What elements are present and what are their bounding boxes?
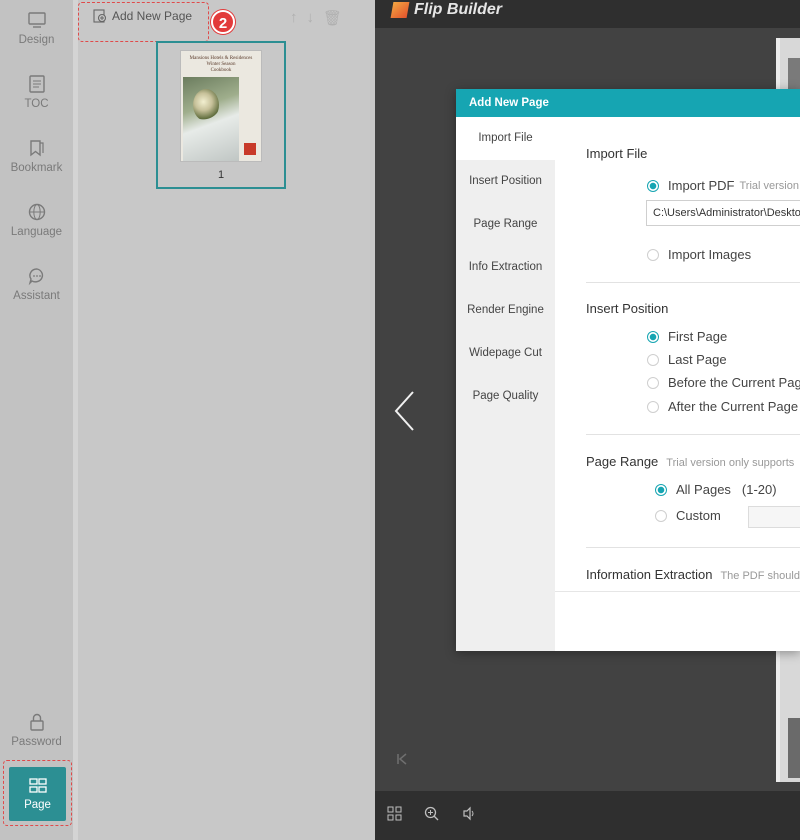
- radio-button-checked[interactable]: [647, 179, 659, 192]
- radio-last-page[interactable]: Last Page: [647, 352, 727, 367]
- radio-button-checked[interactable]: [647, 330, 659, 343]
- sidebar-item-language[interactable]: Language: [0, 192, 73, 252]
- grid-icon: [28, 778, 47, 793]
- radio-button[interactable]: [647, 353, 659, 366]
- step-badge-2: 2: [211, 10, 235, 34]
- radio-first-page[interactable]: First Page: [647, 329, 727, 344]
- sidebar-item-label: TOC: [24, 98, 49, 110]
- sidebar-item-label: Assistant: [13, 290, 60, 302]
- zoom-in-icon[interactable]: [424, 806, 439, 825]
- add-new-page-dialog: Add New Page Import File Insert Position…: [456, 89, 800, 651]
- page-thumbnail-selected[interactable]: Mansions Hotels & Residences Winter Seas…: [156, 41, 286, 189]
- dialog-nav: Import File Insert Position Page Range I…: [456, 117, 555, 651]
- dialog-footer: [555, 591, 800, 651]
- dialog-nav-info-extraction[interactable]: Info Extraction: [456, 246, 555, 289]
- sidebar-item-toc[interactable]: TOC: [0, 64, 73, 124]
- dialog-nav-page-quality[interactable]: Page Quality: [456, 375, 555, 418]
- section-title-import-file: Import File: [586, 146, 648, 161]
- thumbnail-logo: [244, 143, 256, 155]
- add-new-page-label: Add New Page: [112, 9, 193, 23]
- add-page-icon: [93, 9, 107, 23]
- globe-icon: [28, 203, 45, 221]
- page-thumbnail-image: Mansions Hotels & Residences Winter Seas…: [180, 50, 262, 162]
- thumbnails-grid-icon[interactable]: [387, 806, 402, 825]
- section-divider: [586, 282, 800, 283]
- section-divider: [586, 547, 800, 548]
- radio-import-pdf[interactable]: Import PDF Trial version: [647, 178, 799, 193]
- sidebar-item-label: Bookmark: [10, 162, 63, 174]
- thumbnail-title: Mansions Hotels & Residences Winter Seas…: [189, 56, 253, 73]
- radio-button[interactable]: [647, 248, 659, 261]
- move-down-icon[interactable]: ↓: [307, 9, 315, 27]
- sidebar-item-bookmark[interactable]: Bookmark: [0, 128, 73, 188]
- chat-icon: [28, 268, 43, 286]
- radio-before-current-page[interactable]: Before the Current Page: [647, 375, 800, 390]
- section-title-page-range: Page Range Trial version only supports: [586, 454, 795, 469]
- dialog-nav-page-range[interactable]: Page Range: [456, 203, 555, 246]
- sidebar-item-password[interactable]: Password: [0, 702, 73, 762]
- pdf-path-input[interactable]: C:\Users\Administrator\Desktop: [646, 200, 800, 226]
- add-new-page-button[interactable]: Add New Page: [93, 9, 192, 23]
- bookmark-icon: [29, 140, 44, 157]
- dialog-body: Import File Import PDF Trial version C:\…: [555, 117, 800, 651]
- radio-all-pages[interactable]: All Pages (1-20): [655, 482, 777, 497]
- sidebar-item-design[interactable]: Design: [0, 0, 73, 60]
- panel-divider: [73, 0, 78, 840]
- lock-icon: [29, 713, 44, 731]
- section-title-insert-position: Insert Position: [586, 301, 669, 316]
- dialog-nav-insert-position[interactable]: Insert Position: [456, 160, 555, 203]
- delete-icon[interactable]: 🗑: [323, 9, 342, 27]
- bouquet-image: [193, 89, 219, 121]
- sidebar-item-label: Language: [10, 226, 63, 238]
- monitor-icon: [27, 12, 46, 28]
- previous-page-arrow-icon[interactable]: [393, 390, 415, 439]
- radio-button-checked[interactable]: [655, 483, 667, 496]
- move-up-icon[interactable]: ↑: [290, 9, 298, 27]
- radio-custom-range[interactable]: Custom: [655, 508, 721, 523]
- sidebar-item-assistant[interactable]: Assistant: [0, 256, 73, 316]
- section-divider: [586, 434, 800, 435]
- app-brand: Flip Builder: [390, 0, 502, 20]
- radio-button[interactable]: [647, 376, 659, 389]
- dialog-nav-widepage-cut[interactable]: Widepage Cut: [456, 332, 555, 375]
- toc-icon: [28, 75, 45, 93]
- dialog-title: Add New Page: [456, 89, 800, 117]
- left-sidebar: Design TOC Bookmark Language Assistant P…: [0, 0, 73, 840]
- sound-icon[interactable]: [462, 806, 477, 825]
- dialog-nav-import-file[interactable]: Import File: [456, 117, 555, 160]
- sidebar-item-label: Design: [18, 34, 55, 46]
- section-title-info-extraction: Information Extraction The PDF should: [586, 567, 800, 582]
- sidebar-item-label: Password: [11, 736, 62, 748]
- radio-import-images[interactable]: Import Images: [647, 247, 751, 262]
- page-toolbar: ↑ ↓ 🗑: [290, 9, 342, 27]
- flip-builder-logo-icon: [390, 2, 410, 18]
- radio-button[interactable]: [655, 509, 667, 522]
- radio-button[interactable]: [647, 400, 659, 413]
- sidebar-item-label: Page: [24, 799, 51, 811]
- page-number: 1: [217, 169, 225, 181]
- sidebar-item-page[interactable]: Page: [9, 767, 66, 821]
- dialog-nav-render-engine[interactable]: Render Engine: [456, 289, 555, 332]
- radio-after-current-page[interactable]: After the Current Page: [647, 399, 798, 414]
- custom-range-input[interactable]: [748, 506, 800, 528]
- first-page-icon[interactable]: [396, 752, 408, 769]
